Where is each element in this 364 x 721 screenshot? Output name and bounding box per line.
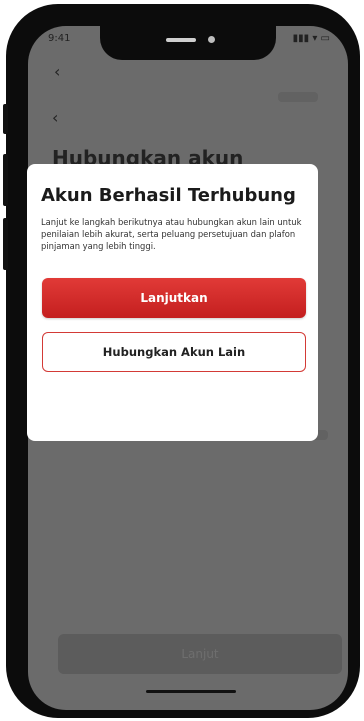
- phone-action-button: [3, 104, 8, 134]
- status-indicators: ▮▮▮ ▾ ▭: [292, 33, 330, 44]
- front-camera: [208, 36, 215, 43]
- phone-volume-down-button: [3, 218, 8, 270]
- chevron-left-icon: ‹: [54, 62, 61, 81]
- dialog-title: Akun Berhasil Terhubung: [41, 185, 296, 206]
- secondary-back-button[interactable]: ‹: [52, 108, 58, 127]
- back-button[interactable]: ‹: [54, 62, 60, 81]
- speaker-grille: [166, 38, 196, 42]
- continue-button[interactable]: Lanjutkan: [42, 278, 306, 318]
- background-content-block: [278, 92, 318, 102]
- phone-volume-up-button: [3, 154, 8, 206]
- next-button[interactable]: Lanjut: [58, 634, 342, 674]
- home-indicator: [146, 690, 236, 693]
- chevron-left-icon: ‹: [52, 108, 59, 127]
- status-time: 9:41: [48, 33, 71, 44]
- connect-another-account-button[interactable]: Hubungkan Akun Lain: [42, 332, 306, 372]
- success-dialog: Akun Berhasil Terhubung Lanjut ke langka…: [27, 164, 318, 441]
- notch: [100, 26, 276, 60]
- dialog-message: Lanjut ke langkah berikutnya atau hubung…: [41, 217, 302, 251]
